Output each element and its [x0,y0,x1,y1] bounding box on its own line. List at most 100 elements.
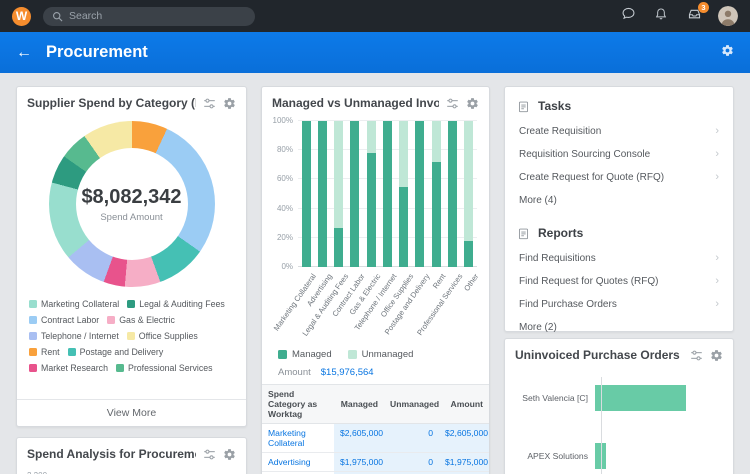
value-cell[interactable]: 0 [384,453,439,472]
stacked-bar[interactable] [464,121,473,267]
stacked-bar[interactable] [448,121,457,267]
stacked-bar[interactable] [432,121,441,267]
spend-total-label: Spend Amount [100,212,162,223]
column-header: Amount [439,385,489,424]
uninvoiced-po-card: Uninvoiced Purchase Orders Seth Valencia… [504,338,734,474]
spend-total-value: $8,082,342 [81,186,181,209]
tasks-icon [517,100,530,113]
stacked-bar[interactable] [302,121,311,267]
tasks-section: Tasks Create Requisition›Requisition Sou… [505,87,733,214]
gear-icon [721,44,734,62]
legend-item: Telephone / Internet [29,331,119,341]
chart-settings-icon[interactable] [203,448,216,461]
menu-item[interactable]: Find Request for Quotes (RFQ)› [517,270,721,293]
stacked-bar[interactable] [415,121,424,267]
chart-settings-icon[interactable] [203,97,216,110]
stacked-bar[interactable] [399,121,408,267]
x-axis-label: Other [462,272,480,293]
table-header-row: Spend Category as WorktagManagedUnmanage… [262,385,489,424]
category-link[interactable]: Advertising [262,453,334,472]
person-icon [718,6,738,26]
y-axis-tick: 20% [265,233,293,242]
gear-icon[interactable] [223,448,236,461]
stacked-bar[interactable] [350,121,359,267]
stacked-bar[interactable] [383,121,392,267]
spend-analysis-card: Spend Analysis for Procurement Card 2,20… [16,437,247,474]
gear-icon[interactable] [466,97,479,110]
stacked-bar[interactable] [334,121,343,267]
value-cell[interactable]: $2,605,000 [334,424,384,453]
search-icon [52,11,63,22]
section-title: Tasks [538,99,571,113]
gear-icon[interactable] [710,349,723,362]
value-cell[interactable]: 0 [384,424,439,453]
supplier-spend-card: Supplier Spend by Category (LTM) $8,082,… [16,86,247,427]
amount-label: Amount [278,367,311,378]
legend-item: Market Research [29,363,108,373]
notifications-button[interactable] [652,7,670,25]
chevron-right-icon: › [715,299,719,310]
legend-item: Unmanaged [348,349,414,360]
search-input[interactable]: Search [43,7,255,26]
menu-item[interactable]: Requisition Sourcing Console› [517,143,721,166]
menu-item[interactable]: Create Request for Quote (RFQ)› [517,166,721,189]
column-header: Spend Category as Worktag [262,385,334,424]
legend-item: Postage and Delivery [68,347,164,357]
search-placeholder: Search [69,10,102,22]
managed-chart: 0%20%40%60%80%100% [298,121,477,267]
menu-item[interactable]: Find Purchase Orders› [517,293,721,316]
menu-item[interactable]: Find Requisitions› [517,247,721,270]
invoice-spend-table: Spend Category as WorktagManagedUnmanage… [262,384,489,474]
column-header: Managed [334,385,384,424]
chat-button[interactable] [619,7,637,25]
legend-item: Rent [29,347,60,357]
table-row: Marketing Collateral$2,605,0000$2,605,00… [262,424,489,453]
legend-item: Managed [278,349,332,360]
workday-logo[interactable]: W [12,7,31,26]
supplier-donut-chart[interactable]: $8,082,342 Spend Amount [49,121,215,287]
value-cell[interactable]: $1,975,000 [439,453,489,472]
managed-vs-unmanaged-card: Managed vs Unmanaged Invoice Spend 0%20%… [261,86,490,474]
inbox-button[interactable]: 3 [685,7,703,25]
reports-icon [517,227,530,240]
chevron-right-icon: › [715,253,719,264]
uninvoiced-chart: Seth Valencia [C] APEX Solutions [509,371,725,474]
topbar-actions: 3 [619,6,738,26]
amount-value[interactable]: $15,976,564 [321,367,374,378]
y-axis-tick: 80% [265,145,293,154]
chevron-right-icon: › [715,276,719,287]
card-title: Managed vs Unmanaged Invoice Spend [272,96,439,110]
menu-item[interactable]: Create Requisition› [517,120,721,143]
chevron-right-icon: › [715,149,719,160]
chart-settings-icon[interactable] [446,97,459,110]
value-cell[interactable]: $1,975,000 [334,453,384,472]
chat-icon [621,6,636,26]
y-axis-tick: 40% [265,204,293,213]
stacked-bar[interactable] [318,121,327,267]
y-axis-tick: 100% [265,116,293,125]
value-cell[interactable]: $2,605,000 [439,424,489,453]
reports-section: Reports Find Requisitions›Find Request f… [505,214,733,341]
avatar[interactable] [718,6,738,26]
gear-icon[interactable] [223,97,236,110]
menu-item[interactable]: More (4) [517,189,721,212]
tasks-reports-card: Tasks Create Requisition›Requisition Sou… [504,86,734,332]
bar-label: APEX Solutions [509,451,595,461]
stacked-bar[interactable] [367,121,376,267]
chevron-right-icon: › [715,126,719,137]
bar-label: Seth Valencia [C] [509,393,595,403]
back-button[interactable]: ← [16,45,32,61]
card-title: Uninvoiced Purchase Orders [515,348,683,362]
menu-item[interactable]: More (2) [517,316,721,339]
top-navigation-bar: W Search 3 [0,0,750,32]
supplier-legend: Marketing CollateralLegal & Auditing Fee… [17,297,246,375]
hbar-row: APEX Solutions [509,443,725,469]
page-settings-button[interactable] [721,44,734,62]
managed-bars [298,121,477,267]
view-more-link[interactable]: View More [17,399,246,426]
category-link[interactable]: Marketing Collateral [262,424,334,453]
hbar[interactable] [595,385,686,411]
chart-settings-icon[interactable] [690,349,703,362]
legend-item: Office Supplies [127,331,198,341]
legend-item: Marketing Collateral [29,299,119,309]
